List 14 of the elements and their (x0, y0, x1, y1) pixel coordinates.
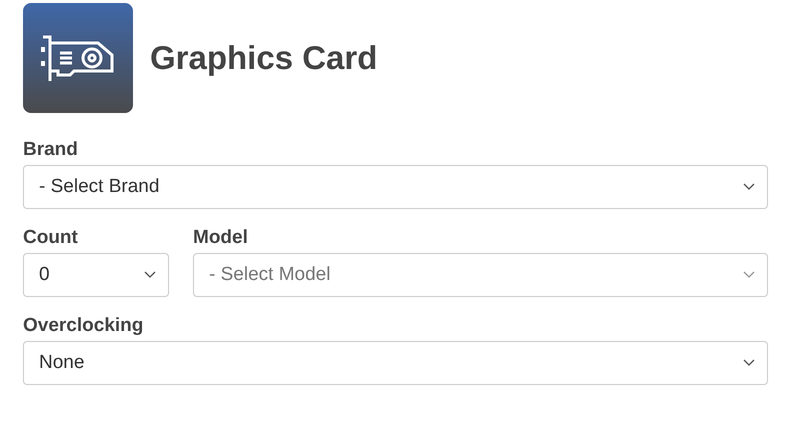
field-label: Overclocking (23, 315, 144, 337)
chevron-down-icon (743, 183, 755, 191)
field-label: Count (23, 227, 79, 249)
page-title: Graphics Card (150, 39, 378, 77)
select-field[interactable]: None (23, 341, 768, 385)
select-field[interactable]: - Select Brand (23, 165, 768, 209)
field-label: Model (193, 227, 249, 249)
chevron-down-icon (743, 359, 755, 367)
chevron-down-icon (144, 271, 156, 279)
select-field[interactable]: 0 (23, 253, 169, 297)
chevron-down-icon (743, 271, 755, 279)
field-label: Brand (23, 139, 79, 161)
graphics-card-icon (40, 33, 116, 83)
select-field[interactable]: - Select Model (193, 253, 768, 297)
